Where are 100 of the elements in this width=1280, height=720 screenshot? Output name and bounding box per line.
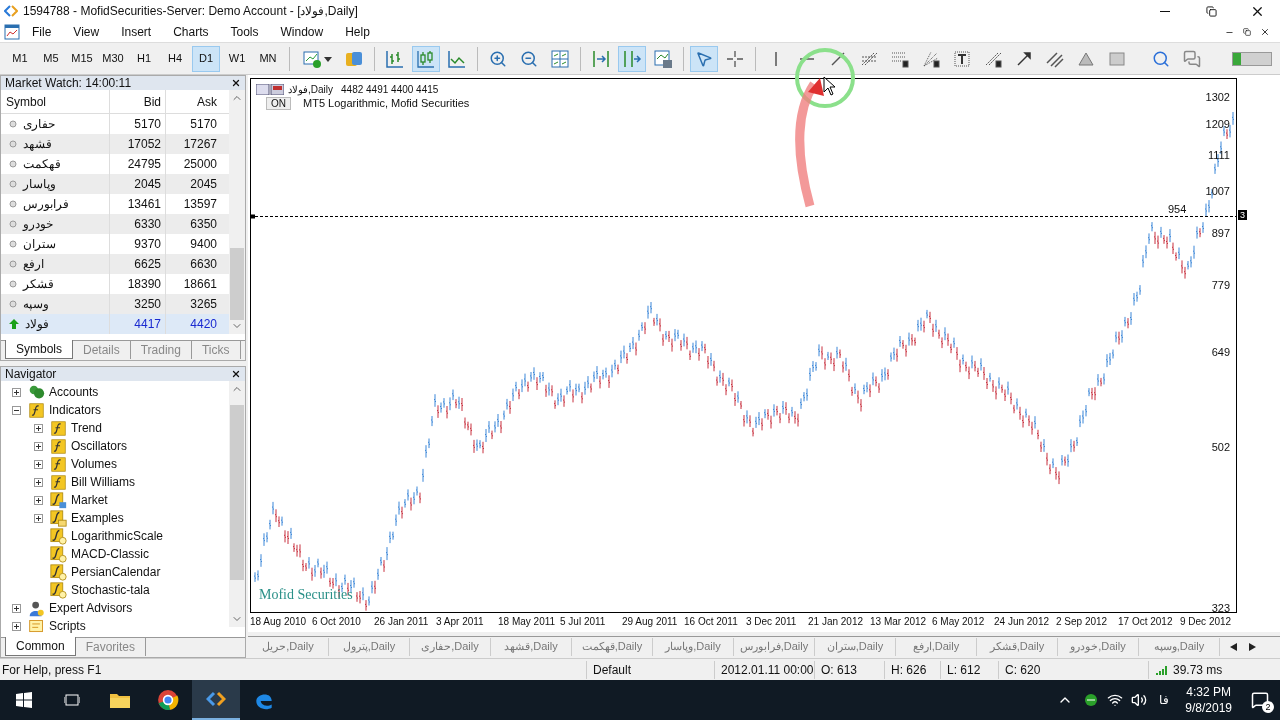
chart-tab[interactable]: فرابورس,Daily — [734, 637, 815, 656]
navigator-item[interactable]: Indicators — [49, 401, 102, 419]
minimize-icon — [1160, 10, 1170, 12]
candlestick-chart-button[interactable] — [412, 45, 440, 72]
chart-tab[interactable]: ستران,Daily — [815, 637, 896, 656]
symbol-name: خودرو — [23, 216, 53, 233]
notifications-icon[interactable] — [1251, 691, 1269, 709]
app-logo-icon — [206, 689, 226, 709]
panel-tab[interactable]: Common — [5, 637, 76, 656]
scrollbar[interactable] — [229, 381, 245, 627]
timeframe-button[interactable]: M30 — [99, 45, 127, 72]
navigator-item[interactable]: Volumes — [71, 455, 118, 473]
timeframe-button[interactable]: MN — [254, 45, 282, 72]
navigator-item[interactable]: Scripts — [49, 617, 86, 635]
expand-icon[interactable] — [12, 603, 21, 613]
scrollbar-thumb[interactable] — [230, 405, 244, 580]
text-label-icon — [952, 48, 972, 69]
chart-ohlc: 4482 4491 4400 4415 — [341, 83, 439, 97]
symbol-name: وسپه — [23, 296, 49, 313]
chart-tab[interactable]: قهکمت,Daily — [572, 637, 653, 656]
accounts-icon — [27, 383, 45, 401]
menu-item[interactable]: Insert — [111, 21, 162, 43]
expand-icon[interactable] — [34, 441, 43, 451]
trading-app-button[interactable] — [192, 680, 240, 720]
scroll-left-icon — [1230, 642, 1237, 651]
navigator-item[interactable]: Bill Williams — [71, 473, 135, 491]
indicator-toggle[interactable]: ON — [266, 96, 291, 110]
clock[interactable]: 4:32 PM 9/8/2019 — [1177, 684, 1240, 716]
status-dot-icon — [9, 180, 17, 188]
price-label: 1111 — [1207, 149, 1230, 161]
child-restore-button[interactable] — [1240, 25, 1254, 39]
timeframe-button[interactable]: W1 — [223, 45, 251, 72]
volume-icon[interactable] — [1131, 692, 1148, 708]
time-label: 16 Oct 2011 — [684, 615, 739, 629]
navigator-item[interactable]: LogarithmicScale — [71, 527, 164, 545]
status-low: L: 612 — [940, 660, 998, 679]
input-language[interactable]: فا — [1159, 691, 1170, 709]
timeframe-button[interactable]: M1 — [6, 45, 34, 72]
function-icon — [28, 402, 44, 418]
menu-item[interactable]: Tools — [220, 21, 269, 43]
navigator-item[interactable]: PersianCalendar — [71, 563, 161, 581]
scrollbar-thumb[interactable] — [230, 248, 244, 320]
status-dot-icon — [9, 300, 17, 308]
navigator-item[interactable]: Examples — [71, 509, 124, 527]
scrollbar[interactable] — [229, 90, 245, 334]
menu-item[interactable]: Charts — [163, 21, 219, 43]
status-close: C: 620 — [998, 660, 1148, 679]
menu-item[interactable]: Help — [335, 21, 380, 43]
collapse-icon[interactable] — [12, 405, 21, 415]
chart-tab[interactable]: حریل,Daily — [248, 637, 329, 656]
expand-icon[interactable] — [34, 495, 43, 505]
auto-scroll-icon — [622, 48, 642, 69]
panel-tab[interactable]: Symbols — [5, 340, 73, 359]
clock-time: 4:32 PM — [1186, 684, 1231, 700]
script-icon — [27, 617, 45, 635]
expand-icon[interactable] — [34, 459, 43, 469]
close-icon[interactable] — [231, 369, 241, 379]
ask-price: 4420 — [165, 314, 221, 334]
auto-scroll-button[interactable] — [618, 45, 646, 72]
menu-item[interactable]: File — [22, 21, 62, 43]
column-header[interactable]: Ask — [165, 89, 221, 114]
column-header[interactable]: Bid — [109, 89, 165, 114]
menu-item[interactable]: Window — [270, 21, 334, 43]
app-logo-icon — [4, 4, 18, 18]
timeframe-button[interactable]: M5 — [37, 45, 65, 72]
chart-tab[interactable]: پترول,Daily — [329, 637, 410, 656]
timeframe-button[interactable]: M15 — [68, 45, 96, 72]
timeframe-button[interactable]: H4 — [161, 45, 189, 72]
chart-tab[interactable]: ارفع,Daily — [896, 637, 977, 656]
expand-icon[interactable] — [34, 477, 43, 487]
wifi-icon[interactable] — [1107, 692, 1124, 708]
column-header[interactable]: Symbol — [1, 92, 109, 111]
chrome-icon — [157, 689, 179, 711]
chart-tab[interactable]: حفاری,Daily — [410, 637, 491, 656]
navigator-item[interactable]: Oscillators — [71, 437, 127, 455]
level-label: 954 — [1168, 203, 1187, 215]
menu-item[interactable]: View — [63, 21, 110, 43]
price-label: 1302 — [1205, 91, 1230, 103]
navigator-item[interactable]: MACD-Classic — [71, 545, 149, 563]
chart-tab[interactable]: وپاسار,Daily — [653, 637, 734, 656]
close-icon[interactable] — [231, 78, 241, 88]
candlestick-chart-icon — [416, 48, 436, 69]
function-folder-icon — [49, 509, 67, 527]
chart-tab[interactable]: وسپه,Daily — [1139, 637, 1220, 656]
timeframe-button[interactable]: H1 — [130, 45, 158, 72]
chart-tab[interactable]: قشهد,Daily — [491, 637, 572, 656]
timeframe-button[interactable]: D1 — [192, 45, 220, 72]
navigator-item[interactable]: Expert Advisors — [49, 599, 133, 617]
expand-icon[interactable] — [34, 423, 43, 433]
navigator-item[interactable]: Trend — [71, 419, 102, 437]
chart-tab[interactable]: قشکر,Daily — [977, 637, 1058, 656]
navigator-item[interactable]: Accounts — [49, 383, 99, 401]
navigator-item[interactable]: Market — [71, 491, 108, 509]
chart-tab[interactable]: خودرو,Daily — [1058, 637, 1139, 656]
expand-icon[interactable] — [12, 387, 21, 397]
navigator-item[interactable]: Stochastic-tala — [71, 581, 150, 599]
expand-icon[interactable] — [34, 513, 43, 523]
symbol-name: ستران — [23, 236, 56, 253]
cursor-button[interactable] — [690, 45, 718, 72]
expand-icon[interactable] — [12, 621, 21, 631]
